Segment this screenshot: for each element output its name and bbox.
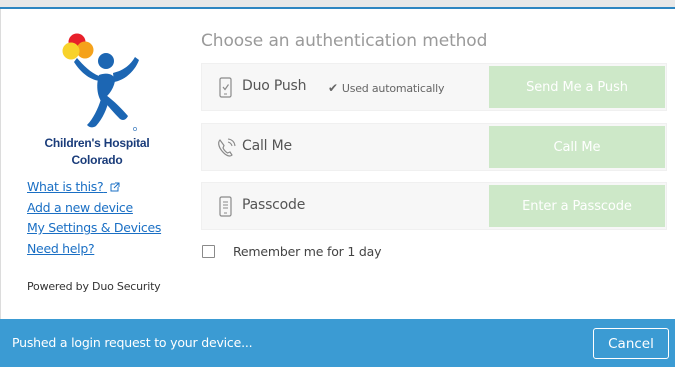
method-row-call-me: Call Me Call Me xyxy=(201,123,667,171)
enter-passcode-button[interactable]: Enter a Passcode xyxy=(489,185,665,227)
status-bar: Pushed a login request to your device...… xyxy=(0,319,675,367)
call-me-button[interactable]: Call Me xyxy=(489,126,665,168)
method-row-duo-push: Duo Push ✔ Used automatically Send Me a P… xyxy=(201,63,667,111)
passcode-label: Passcode xyxy=(242,197,306,213)
call-me-label: Call Me xyxy=(242,138,292,154)
status-message: Pushed a login request to your device... xyxy=(12,335,253,350)
sidebar-links: What is this? Add a new device My Settin… xyxy=(27,179,177,261)
used-automatically-note: ✔ Used automatically xyxy=(328,81,444,95)
what-is-this-label: What is this? xyxy=(27,179,104,194)
used-automatically-text: Used automatically xyxy=(341,82,445,95)
child-right-arm xyxy=(113,57,139,82)
child-left-arm xyxy=(74,58,102,81)
child-left-leg xyxy=(87,99,109,128)
child-right-leg xyxy=(103,95,128,120)
remember-me-label[interactable]: Remember me for 1 day xyxy=(233,244,382,259)
phone-call-icon xyxy=(215,136,237,160)
hospital-logo-graphic xyxy=(62,33,139,131)
method-row-passcode: Passcode Enter a Passcode xyxy=(201,182,667,230)
duo-push-label: Duo Push xyxy=(242,78,307,94)
phone-check-icon xyxy=(215,76,237,100)
passcode-icon xyxy=(215,195,237,219)
external-link-icon xyxy=(110,180,120,196)
what-is-this-link[interactable]: What is this? xyxy=(27,179,177,200)
cancel-button[interactable]: Cancel xyxy=(593,328,669,359)
child-head xyxy=(98,53,114,69)
powered-by-text: Powered by Duo Security xyxy=(27,280,161,293)
yellow-balloon xyxy=(62,42,80,60)
remember-me-row: Remember me for 1 day xyxy=(202,242,382,260)
checkmark-icon: ✔ xyxy=(328,81,338,95)
need-help-link[interactable]: Need help? xyxy=(27,241,177,262)
add-new-device-link[interactable]: Add a new device xyxy=(27,200,177,221)
duo-auth-frame: Children's Hospital Colorado What is thi… xyxy=(0,0,675,367)
logo-text-line2: Colorado xyxy=(71,153,123,167)
my-settings-devices-link[interactable]: My Settings & Devices xyxy=(27,220,177,241)
registered-mark xyxy=(133,127,137,131)
hospital-logo: Children's Hospital Colorado xyxy=(27,29,167,170)
send-push-button[interactable]: Send Me a Push xyxy=(489,66,665,108)
top-border xyxy=(0,0,675,9)
remember-me-checkbox[interactable] xyxy=(202,244,215,258)
left-border xyxy=(0,9,1,319)
auth-method-heading: Choose an authentication method xyxy=(201,31,488,51)
logo-text-line1: Children's Hospital xyxy=(44,136,150,150)
